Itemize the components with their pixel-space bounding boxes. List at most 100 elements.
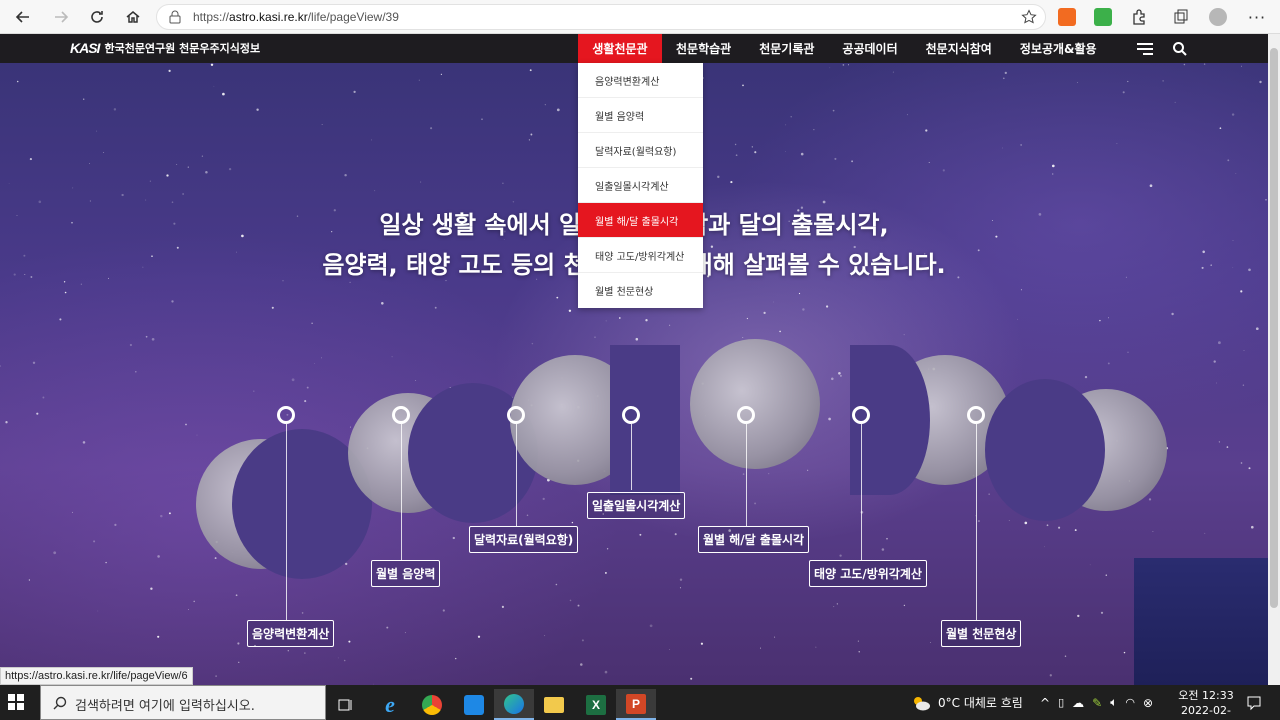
star [434, 306, 437, 309]
pin-marker-7[interactable] [967, 406, 985, 424]
star [304, 400, 307, 403]
star [1235, 173, 1237, 174]
task-view-icon[interactable] [326, 689, 366, 720]
pin-marker-5[interactable] [737, 406, 755, 424]
star [97, 610, 99, 612]
pin-marker-2[interactable] [392, 406, 410, 424]
edge-browser-icon[interactable] [494, 689, 534, 720]
powerpoint-icon[interactable]: P [616, 689, 656, 720]
menu-item-learning[interactable]: 천문학습관 [662, 34, 745, 63]
dropdown-item-sunrise-sunset[interactable]: 일출일몰시각계산 [578, 168, 703, 203]
forward-button[interactable] [48, 4, 74, 30]
windows-start-icon[interactable] [8, 694, 24, 710]
taskbar-clock[interactable]: 오전 12:33 2022-02-08 [1178, 688, 1234, 720]
star [238, 661, 240, 663]
ie-browser-icon[interactable]: e [370, 689, 410, 720]
notifications-button[interactable] [1246, 685, 1262, 720]
pen-icon[interactable]: ✎ [1092, 696, 1102, 710]
star [581, 639, 584, 642]
menu-item-disclosure[interactable]: 정보공개&활용 [1006, 34, 1111, 63]
tag-sunrise-sunset[interactable]: 일출일몰시각계산 [587, 492, 686, 519]
extension-ex-icon[interactable] [1058, 8, 1076, 26]
star [1218, 341, 1221, 345]
dropdown-item-lunar-conversion[interactable]: 음양력변환계산 [578, 63, 703, 98]
star [135, 371, 137, 373]
site-logo[interactable]: KASI 한국천문연구원 천문우주지식정보 [70, 40, 260, 56]
pin-stem-3 [516, 424, 517, 526]
menu-item-public-data[interactable]: 공공데이터 [828, 34, 911, 63]
address-bar[interactable]: https://astro.kasi.re.kr/life/pageView/3… [156, 4, 1046, 30]
star [690, 677, 693, 680]
back-button[interactable] [10, 4, 36, 30]
volume-icon[interactable]: 🔈︎ [1110, 695, 1117, 710]
star [1174, 101, 1176, 103]
pin-marker-3[interactable] [507, 406, 525, 424]
star [32, 361, 36, 364]
tag-monthly-calendar[interactable]: 월별 음양력 [371, 560, 441, 587]
notes-app-icon[interactable] [454, 689, 494, 720]
star [759, 647, 761, 649]
weather-widget[interactable]: 0°C 대체로 흐림 [910, 685, 1023, 720]
scrollbar-thumb[interactable] [1270, 48, 1278, 608]
network-icon[interactable]: ◠ [1125, 696, 1135, 709]
tag-lunar-solar-conversion[interactable]: 음양력변환계산 [247, 620, 335, 647]
tray-app-icon[interactable]: ▯ [1058, 696, 1064, 709]
star [256, 108, 259, 111]
onedrive-cloud-icon[interactable]: ☁ [1072, 696, 1084, 710]
star [114, 523, 117, 527]
file-explorer-icon[interactable] [534, 689, 574, 720]
star [1123, 651, 1126, 654]
taskbar-search-input[interactable]: 검색하려면 여기에 입력하십시오. [40, 685, 326, 720]
chevron-up-icon[interactable]: ^ [1040, 696, 1050, 710]
tag-monthly-phenomena[interactable]: 월별 천문현상 [941, 620, 1022, 647]
forward-arrow-icon [55, 11, 69, 23]
star [735, 154, 738, 157]
extension-green-icon[interactable] [1094, 8, 1112, 26]
search-icon[interactable] [1172, 41, 1188, 57]
dropdown-item-monthly-calendar[interactable]: 월별 음양력 [578, 98, 703, 133]
tag-sun-altitude[interactable]: 태양 고도/방위각계산 [809, 560, 927, 587]
dropdown-item-sun-moon-rise[interactable]: 월별 해/달 출몰시각 [578, 203, 703, 238]
dropdown-item-monthly-phenomena[interactable]: 월별 천문현상 [578, 273, 703, 308]
menu-item-participation[interactable]: 천문지식참여 [912, 34, 1006, 63]
star [669, 649, 670, 650]
star [222, 92, 225, 96]
star [1240, 462, 1243, 464]
home-button[interactable] [120, 4, 146, 30]
star [1046, 524, 1049, 527]
star [839, 554, 842, 557]
favorite-star-icon[interactable] [1021, 9, 1037, 25]
pin-marker-4[interactable] [622, 406, 640, 424]
dropdown-item-sun-altitude[interactable]: 태양 고도/방위각계산 [578, 238, 703, 273]
reload-button[interactable] [84, 4, 110, 30]
pin-marker-6[interactable] [852, 406, 870, 424]
extensions-puzzle-icon[interactable] [1130, 8, 1148, 26]
star [105, 561, 107, 564]
collections-icon[interactable] [1172, 8, 1190, 26]
menu-item-life-astronomy[interactable]: 생활천문관 [578, 34, 662, 63]
tag-sun-moon-rise[interactable]: 월별 해/달 출몰시각 [698, 526, 810, 553]
star [836, 603, 838, 605]
hamburger-menu-icon[interactable] [1136, 42, 1154, 56]
reload-icon [91, 11, 103, 23]
star [176, 164, 178, 166]
weather-text: 0°C 대체로 흐림 [938, 696, 1023, 710]
star [1149, 184, 1153, 188]
star [113, 108, 117, 111]
star [215, 675, 217, 677]
network-off-icon[interactable]: ⊗ [1143, 696, 1153, 710]
dropdown-item-calendar-data[interactable]: 달력자료(월력요항) [578, 133, 703, 168]
chrome-icon[interactable] [412, 689, 452, 720]
star [337, 657, 339, 659]
tag-calendar-data[interactable]: 달력자료(월력요항) [469, 526, 579, 553]
browser-menu-button[interactable]: ··· [1244, 4, 1270, 30]
excel-icon[interactable]: X [576, 689, 616, 720]
star [1049, 674, 1052, 677]
profile-avatar[interactable] [1209, 8, 1227, 26]
page-scrollbar[interactable] [1268, 34, 1280, 685]
star [89, 163, 90, 164]
menu-item-records[interactable]: 천문기록관 [745, 34, 828, 63]
star [768, 473, 770, 475]
pin-marker-1[interactable] [277, 406, 295, 424]
star [501, 605, 504, 609]
